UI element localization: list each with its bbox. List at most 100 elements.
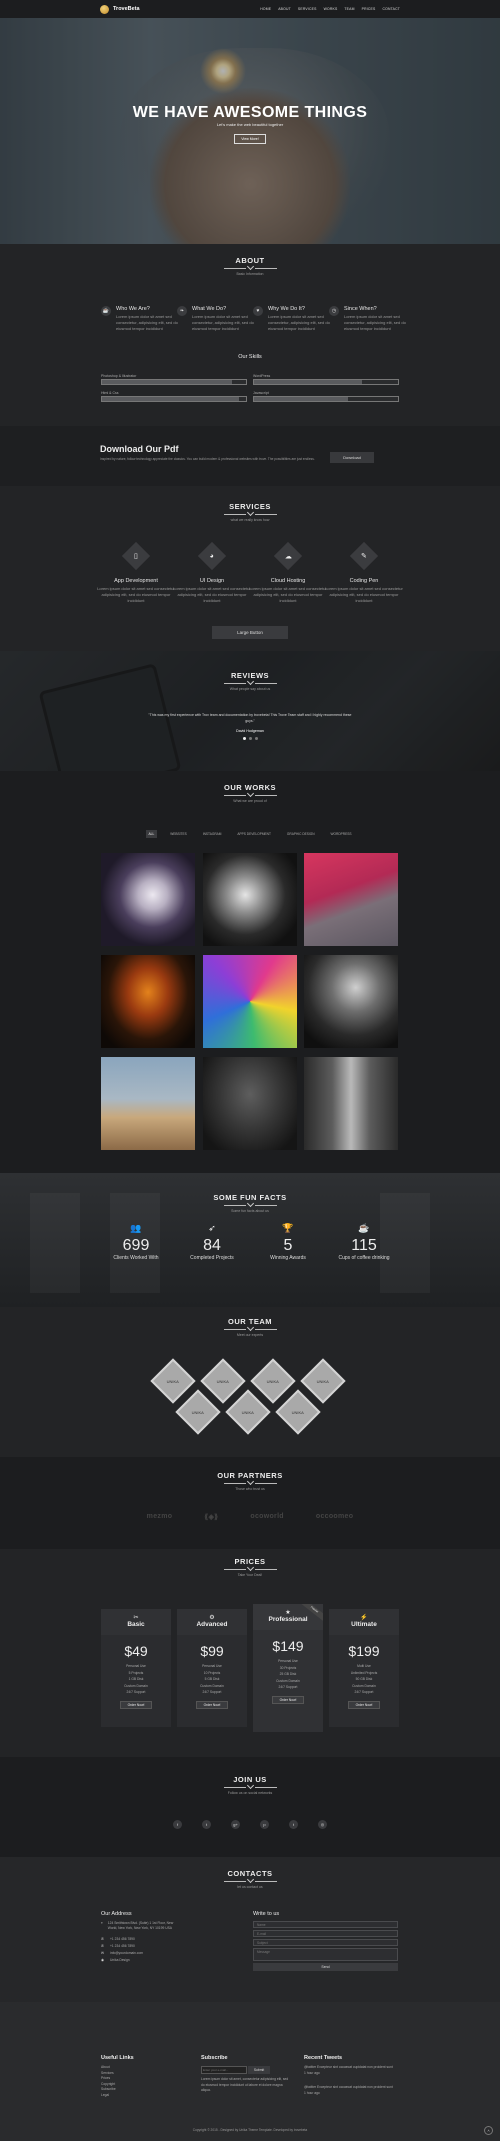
portfolio-tile[interactable] — [203, 955, 297, 1048]
plan-feature: 50 GB Disk — [355, 1677, 373, 1682]
order-now-button[interactable]: Order Now! — [272, 1695, 304, 1704]
divider-chevron-icon — [0, 508, 500, 517]
social-links: f t g+ p t ◎ — [0, 1820, 500, 1829]
filter-all[interactable]: ALL — [145, 830, 158, 838]
view-more-button[interactable]: View More! — [234, 134, 266, 144]
team-member[interactable]: UNIKA — [275, 1389, 321, 1435]
send-button[interactable]: Send — [253, 1963, 398, 1971]
email-field[interactable]: E-mail — [253, 1930, 398, 1937]
portfolio-tile[interactable] — [304, 1057, 398, 1150]
download-button[interactable]: Download — [330, 452, 374, 463]
skill-name: WordPress — [253, 374, 271, 378]
plan-feature: Custom Domain — [276, 1678, 300, 1683]
partners-section: OUR PARTNERS Those who trust us mezmo ⟪◈… — [0, 1457, 500, 1549]
portfolio-tile[interactable] — [101, 1057, 195, 1150]
plan-price: $99 — [200, 1643, 224, 1659]
service-title: Cloud Hosting — [270, 578, 306, 584]
section-subtitle: Some fun facts about us — [231, 1209, 269, 1213]
portfolio-tile[interactable] — [203, 1057, 297, 1150]
service-text: Lorem ipsum dolor sit amet sed consectet… — [97, 586, 175, 603]
order-now-button[interactable]: Order Now! — [196, 1700, 228, 1709]
nav-item-services[interactable]: SERVICES — [298, 7, 317, 11]
fact-number: 115 — [351, 1237, 377, 1254]
filter-wordpress[interactable]: WORDPRESS — [328, 830, 355, 838]
team-member[interactable]: UNIKA — [175, 1389, 221, 1435]
tumblr-icon[interactable]: t — [289, 1820, 298, 1829]
fact-coffee: ☕ 115 Cups of coffee drinking — [324, 1223, 404, 1261]
subject-field[interactable]: Subject — [253, 1939, 398, 1946]
nav-item-prices[interactable]: PRICES — [362, 7, 376, 11]
plan-feature: 24/7 Support — [354, 1690, 374, 1695]
footer-links: About Services Prices Copyright Subscrib… — [101, 2065, 116, 2099]
review-author: David Hodgeman — [236, 729, 264, 733]
portfolio-tile[interactable] — [304, 853, 398, 946]
nav-item-about[interactable]: ABOUT — [278, 7, 291, 11]
fact-projects: ➶ 84 Completed Projects — [172, 1223, 252, 1261]
hero: WE HAVE AWESOME THINGS Let's make the we… — [0, 18, 500, 244]
portfolio-tile[interactable] — [203, 853, 297, 946]
filter-apps-development[interactable]: APPS DEVELOPMENT — [234, 830, 273, 838]
divider-chevron-icon — [0, 262, 500, 271]
footer: Useful Links About Services Prices Copyr… — [0, 2002, 500, 2141]
team-member-label: UNIKA — [266, 1378, 280, 1384]
fact-awards: 🏆 5 Winning Awards — [248, 1223, 328, 1261]
service-cloud-hosting: ☁ Cloud Hosting Lorem ipsum dolor sit am… — [248, 541, 328, 604]
nav-item-team[interactable]: TEAM — [344, 7, 354, 11]
carousel-dot[interactable] — [242, 737, 246, 740]
section-subtitle: Meet our experts — [236, 1333, 264, 1337]
order-now-button[interactable]: Order Now! — [120, 1700, 152, 1709]
instagram-icon[interactable]: ◎ — [318, 1820, 327, 1829]
message-field[interactable]: Message — [253, 1948, 398, 1961]
carousel-dot[interactable] — [254, 737, 258, 740]
feature-text: Lorem ipsum dolor sit amet sed consectet… — [268, 314, 330, 331]
large-button[interactable]: Large Button — [212, 626, 288, 639]
portfolio-tile[interactable] — [304, 955, 398, 1048]
team-member[interactable]: UNIKA — [225, 1389, 271, 1435]
filter-graphic-design[interactable]: GRAPHIC DESIGN — [284, 830, 318, 838]
price-plan-advanced: ⚙ Advanced $99 Personal Use 10 Projects 5… — [177, 1609, 247, 1727]
hero-title: WE HAVE AWESOME THINGS — [132, 104, 368, 121]
facebook-icon[interactable]: f — [173, 1820, 182, 1829]
nav-item-works[interactable]: WORKS — [324, 7, 338, 11]
googleplus-icon[interactable]: g+ — [231, 1820, 240, 1829]
brand-name[interactable]: TroveBeta — [113, 6, 140, 12]
partner-logos: mezmo ⟪◈⟫ ocoworld occoomeo — [0, 1513, 500, 1521]
skype-line: ◉ Unika Design — [101, 1958, 130, 1963]
nav-item-home[interactable]: HOME — [260, 7, 271, 11]
partner-logo[interactable]: mezmo — [147, 1513, 173, 1521]
portfolio-tile[interactable] — [101, 853, 195, 946]
filter-websites[interactable]: WEBSITES — [167, 830, 189, 838]
back-to-top-icon[interactable]: ˄ — [484, 2126, 493, 2135]
fact-label: Clients Worked With — [113, 1255, 159, 1261]
nav-item-contact[interactable]: CONTACT — [382, 7, 400, 11]
subscribe-submit-button[interactable]: Submit — [248, 2066, 270, 2074]
service-text: Lorem ipsum dolor sit amet sed consectet… — [173, 586, 251, 603]
logo-icon[interactable] — [100, 4, 109, 14]
skill-fill — [254, 380, 362, 384]
plan-feature: 30 Projects — [279, 1665, 297, 1670]
plan-name: Basic — [127, 1621, 145, 1628]
team-member-label: UNIKA — [191, 1409, 205, 1415]
clock-icon: ◷ — [329, 306, 339, 316]
order-now-button[interactable]: Order Now! — [348, 1700, 380, 1709]
partner-logo[interactable]: ⟪◈⟫ — [204, 1513, 218, 1521]
prices-section: PRICES Take Your Deal! ✂ Basic $49 Person… — [0, 1549, 500, 1757]
subscribe-email-input[interactable]: Enter your e-mail... — [201, 2066, 247, 2074]
team-member[interactable]: UNIKA — [300, 1358, 346, 1404]
pdf-title: Download Our Pdf — [100, 444, 179, 454]
footer-link[interactable]: Legal — [101, 2093, 116, 2099]
phone-line: ✆ +1 234 456 7890 — [101, 1937, 135, 1942]
feature-text: Lorem ipsum dolor sit amet sed consectet… — [344, 314, 406, 331]
partner-logo[interactable]: occoomeo — [316, 1513, 353, 1521]
plan-name: Ultimate — [351, 1621, 377, 1628]
feature-title: What We Do? — [192, 306, 227, 312]
pinterest-icon[interactable]: p — [260, 1820, 269, 1829]
name-field[interactable]: Name — [253, 1921, 398, 1928]
portfolio-tile[interactable] — [101, 955, 195, 1048]
plan-feature: 10 Projects — [203, 1670, 221, 1675]
carousel-dot[interactable] — [248, 737, 252, 740]
twitter-icon[interactable]: t — [202, 1820, 211, 1829]
email-text[interactable]: info@yourdomain.com — [110, 1951, 143, 1956]
filter-instagram[interactable]: INSTAGRAM — [200, 830, 225, 838]
partner-logo[interactable]: ocoworld — [250, 1513, 284, 1521]
